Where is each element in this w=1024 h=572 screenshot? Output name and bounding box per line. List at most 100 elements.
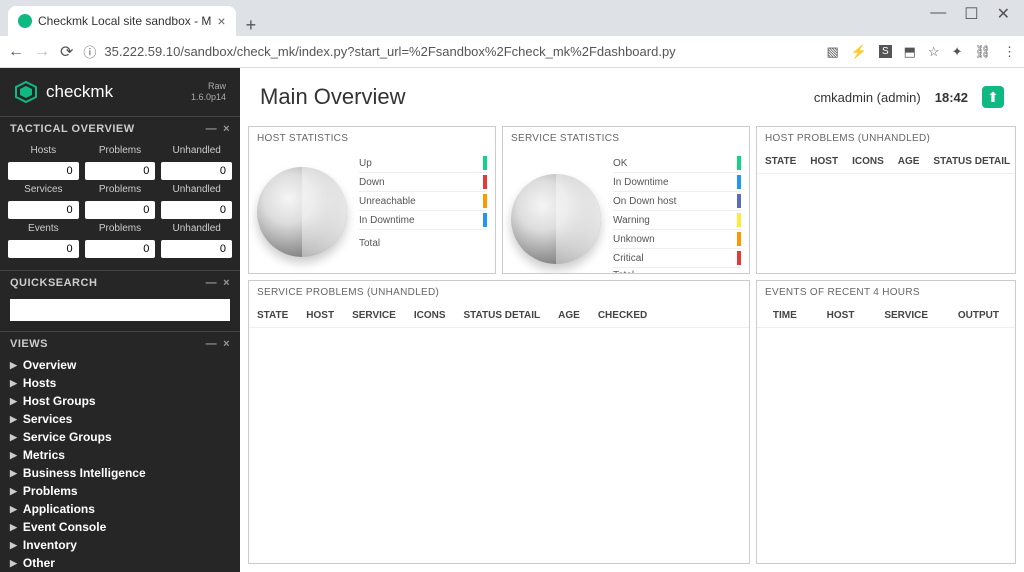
column-header[interactable]: ICONS — [852, 156, 884, 167]
horizontal-scrollbar[interactable] — [757, 257, 1015, 273]
legend-row[interactable]: In Downtime — [613, 173, 741, 192]
column-header[interactable]: AGE — [558, 310, 580, 321]
view-tree-item[interactable]: ▶Applications — [10, 500, 230, 518]
legend-total[interactable]: Total — [613, 268, 741, 274]
panel-title: EVENTS OF RECENT 4 HOURS — [757, 281, 1015, 304]
tactical-overview-snapin: TACTICAL OVERVIEW —× HostsProblemsUnhand… — [0, 116, 240, 270]
tac-value[interactable]: 0 — [161, 162, 232, 180]
browser-tab[interactable]: Checkmk Local site sandbox - M × — [8, 6, 236, 36]
tac-value[interactable]: 0 — [8, 240, 79, 258]
column-header[interactable]: SERVICE — [884, 310, 928, 321]
view-tree-item[interactable]: ▶Host Groups — [10, 392, 230, 410]
main-content: Main Overview cmkadmin (admin) 18:42 ⬆ H… — [240, 68, 1024, 572]
legend-row[interactable]: Down — [359, 173, 487, 192]
view-tree-item[interactable]: ▶Services — [10, 410, 230, 428]
status-color-bar — [737, 156, 741, 170]
logo-row: checkmk Raw 1.6.0p14 — [0, 68, 240, 116]
tac-value[interactable]: 0 — [85, 201, 156, 219]
back-button[interactable]: ← — [8, 43, 24, 61]
url-bar[interactable]: ⓘ 35.222.59.10/sandbox/check_mk/index.py… — [83, 42, 816, 61]
site-info-icon[interactable]: ⓘ — [83, 42, 96, 61]
snapin-title: VIEWS — [10, 338, 48, 350]
column-header[interactable]: TIME — [773, 310, 797, 321]
minimize-snapin-icon[interactable]: — — [206, 123, 218, 135]
expand-icon: ▶ — [10, 360, 17, 371]
ext-icon[interactable]: ⬒ — [904, 44, 916, 60]
legend-row[interactable]: Unknown — [613, 230, 741, 249]
legend-row[interactable]: Unreachable — [359, 192, 487, 211]
quicksearch-input[interactable] — [10, 299, 230, 321]
tac-value[interactable]: 0 — [8, 162, 79, 180]
tac-value[interactable]: 0 — [85, 240, 156, 258]
checkmk-logo-icon — [14, 80, 38, 104]
new-tab-button[interactable]: + — [236, 15, 267, 36]
column-header[interactable]: STATE — [257, 310, 288, 321]
column-header[interactable]: HOST — [306, 310, 334, 321]
column-header[interactable]: AGE — [898, 156, 920, 167]
column-header[interactable]: ICONS — [414, 310, 446, 321]
column-header[interactable]: SERVICE — [352, 310, 396, 321]
legend-total[interactable]: Total — [359, 236, 487, 251]
tac-label: Unhandled — [161, 145, 232, 156]
column-header[interactable]: HOST — [827, 310, 855, 321]
view-tree-item[interactable]: ▶Other — [10, 554, 230, 572]
minimize-icon[interactable]: — — [930, 4, 946, 24]
tac-value[interactable]: 0 — [161, 201, 232, 219]
tac-label: Problems — [85, 223, 156, 234]
view-tree-item[interactable]: ▶Business Intelligence — [10, 464, 230, 482]
version-info: Raw 1.6.0p14 — [191, 81, 226, 103]
ext-icon[interactable]: ▧ — [826, 44, 838, 60]
view-tree-item[interactable]: ▶Event Console — [10, 518, 230, 536]
close-snapin-icon[interactable]: × — [223, 123, 230, 135]
minimize-snapin-icon[interactable]: — — [206, 338, 218, 350]
close-window-icon[interactable]: ✕ — [997, 4, 1010, 24]
events-panel: EVENTS OF RECENT 4 HOURS TIME HOST SERVICE… — [756, 280, 1016, 564]
ext-icon[interactable]: S — [879, 45, 892, 58]
view-tree-item[interactable]: ▶Problems — [10, 482, 230, 500]
close-tab-icon[interactable]: × — [217, 13, 225, 29]
ext-icon[interactable]: ☆ — [928, 44, 940, 60]
view-tree-item[interactable]: ▶Overview — [10, 356, 230, 374]
browser-tab-bar: Checkmk Local site sandbox - M × + — ☐ ✕ — [0, 0, 1024, 36]
help-icon[interactable]: ⬆ — [982, 86, 1004, 108]
view-tree-item[interactable]: ▶Metrics — [10, 446, 230, 464]
window-controls: — ☐ ✕ — [916, 4, 1024, 24]
tac-value[interactable]: 0 — [161, 240, 232, 258]
legend-row[interactable]: In Downtime — [359, 211, 487, 230]
minimize-snapin-icon[interactable]: — — [206, 277, 218, 289]
view-tree-item[interactable]: ▶Service Groups — [10, 428, 230, 446]
close-snapin-icon[interactable]: × — [223, 338, 230, 350]
ext-icon[interactable]: ⚡ — [851, 44, 867, 60]
column-header[interactable]: STATUS DETAIL — [463, 310, 540, 321]
column-header[interactable]: HOST — [810, 156, 838, 167]
sidebar: checkmk Raw 1.6.0p14 TACTICAL OVERVIEW —… — [0, 68, 240, 572]
column-header[interactable]: CHECKED — [598, 310, 647, 321]
legend-row[interactable]: OK — [613, 154, 741, 173]
tac-label: Events — [8, 223, 79, 234]
view-tree-item[interactable]: ▶Inventory — [10, 536, 230, 554]
horizontal-scrollbar[interactable] — [249, 547, 749, 563]
column-header[interactable]: OUTPUT — [958, 310, 999, 321]
tac-label: Problems — [85, 145, 156, 156]
forward-button[interactable]: → — [34, 43, 50, 61]
legend-row[interactable]: On Down host — [613, 192, 741, 211]
panel-title: SERVICE STATISTICS — [503, 127, 749, 150]
expand-icon: ▶ — [10, 450, 17, 461]
menu-icon[interactable]: ⋮ — [1003, 44, 1016, 60]
legend-row[interactable]: Up — [359, 154, 487, 173]
user-label[interactable]: cmkadmin (admin) — [814, 90, 921, 105]
column-header[interactable]: STATE — [765, 156, 796, 167]
close-snapin-icon[interactable]: × — [223, 277, 230, 289]
reload-button[interactable]: ⟳ — [60, 42, 73, 62]
legend-row[interactable]: Critical — [613, 249, 741, 268]
tac-value[interactable]: 0 — [85, 162, 156, 180]
maximize-icon[interactable]: ☐ — [964, 4, 978, 24]
view-tree-item[interactable]: ▶Hosts — [10, 374, 230, 392]
ext-icon[interactable]: ⛓ — [974, 44, 991, 60]
tac-label: Unhandled — [161, 184, 232, 195]
extensions-icon[interactable]: ✦ — [952, 44, 963, 60]
tac-value[interactable]: 0 — [8, 201, 79, 219]
column-header[interactable]: STATUS DETAIL — [933, 156, 1010, 167]
legend-row[interactable]: Warning — [613, 211, 741, 230]
expand-icon: ▶ — [10, 468, 17, 479]
